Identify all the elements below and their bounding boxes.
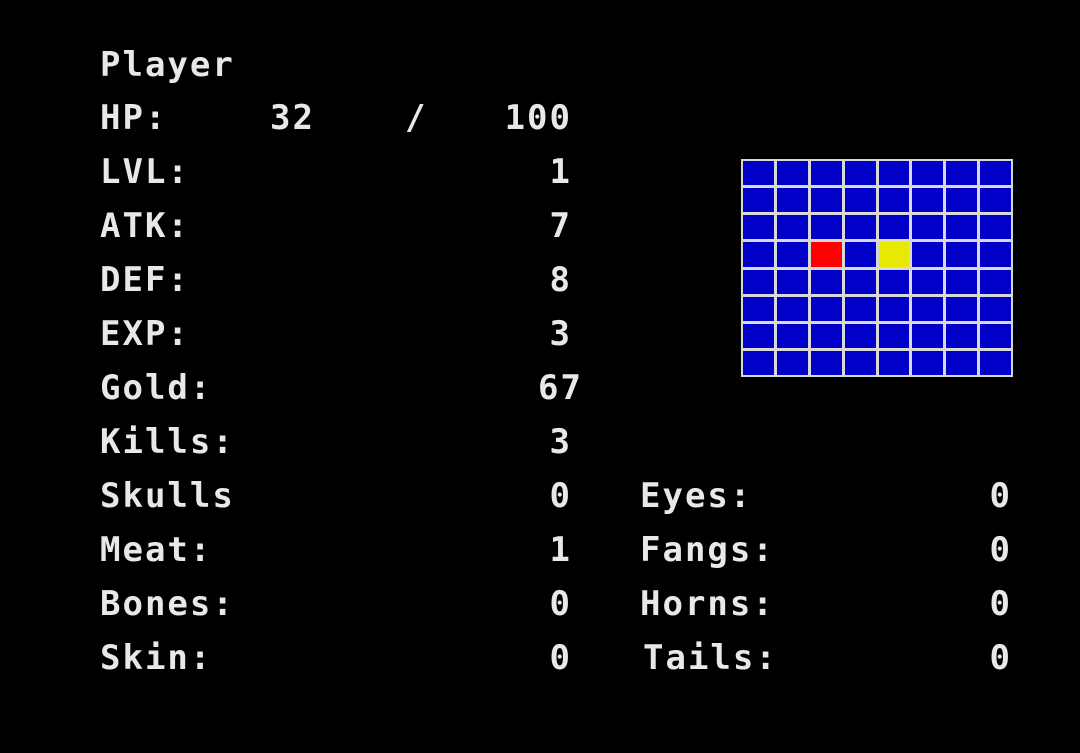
hp-label: HP: <box>100 98 168 138</box>
minimap-cell <box>912 350 944 375</box>
eyes-value: 0 <box>989 476 1012 516</box>
minimap-cell <box>980 323 1011 348</box>
minimap-cell <box>878 161 910 186</box>
minimap-cell <box>743 269 774 294</box>
exp-value: 3 <box>549 314 572 354</box>
minimap-cell <box>980 188 1011 213</box>
minimap-cell <box>878 296 910 321</box>
minimap-cell <box>912 215 944 240</box>
minimap-cell <box>878 188 910 213</box>
bones-label: Bones: <box>100 584 235 624</box>
kills-value: 3 <box>549 422 572 462</box>
minimap-cell <box>776 269 808 294</box>
minimap-cell <box>776 242 808 267</box>
gold-value: 67 <box>538 368 583 408</box>
minimap-cell <box>844 242 876 267</box>
minimap-cell <box>743 350 774 375</box>
hp-max-value: 100 <box>504 98 572 138</box>
minimap-cell <box>810 215 842 240</box>
minimap-cell <box>776 350 808 375</box>
skulls-value: 0 <box>549 476 572 516</box>
def-label: DEF: <box>100 260 190 300</box>
minimap-cell <box>844 350 876 375</box>
minimap-cell <box>980 242 1011 267</box>
minimap-cell <box>743 296 774 321</box>
skin-value: 0 <box>549 638 572 678</box>
minimap-cell <box>743 242 774 267</box>
kills-label: Kills: <box>100 422 235 462</box>
fangs-label: Fangs: <box>640 530 775 570</box>
minimap-cell <box>946 350 978 375</box>
minimap-cell <box>844 188 876 213</box>
minimap-cell <box>946 215 978 240</box>
skin-label: Skin: <box>100 638 213 678</box>
minimap-cell <box>810 161 842 186</box>
meat-value: 1 <box>549 530 572 570</box>
minimap-cell <box>912 269 944 294</box>
minimap-cell <box>980 296 1011 321</box>
minimap-cell <box>980 269 1011 294</box>
exp-label: EXP: <box>100 314 190 354</box>
minimap-cell <box>844 296 876 321</box>
minimap-cell <box>844 323 876 348</box>
minimap-cell <box>912 188 944 213</box>
minimap-cell <box>810 296 842 321</box>
minimap-cell <box>743 215 774 240</box>
minimap-cell <box>878 323 910 348</box>
horns-label: Horns: <box>640 584 775 624</box>
skulls-label: Skulls <box>100 476 235 516</box>
minimap-cell <box>743 188 774 213</box>
minimap-cell <box>810 323 842 348</box>
minimap-target-marker <box>878 242 910 267</box>
hp-current-value: 32 <box>270 98 315 138</box>
minimap-cell <box>878 269 910 294</box>
minimap-cell <box>743 323 774 348</box>
minimap-cell <box>980 350 1011 375</box>
minimap <box>741 159 1013 377</box>
minimap-cell <box>946 323 978 348</box>
minimap-cell <box>946 188 978 213</box>
minimap-cell <box>946 242 978 267</box>
eyes-label: Eyes: <box>640 476 753 516</box>
tails-label: Tails: <box>643 638 778 678</box>
minimap-cell <box>776 296 808 321</box>
minimap-cell <box>810 350 842 375</box>
minimap-cell <box>776 161 808 186</box>
lvl-label: LVL: <box>100 152 190 192</box>
minimap-cell <box>844 161 876 186</box>
minimap-cell <box>912 161 944 186</box>
atk-label: ATK: <box>100 206 190 246</box>
minimap-cell <box>844 269 876 294</box>
hp-separator: / <box>405 98 428 138</box>
minimap-cell <box>912 323 944 348</box>
minimap-cell <box>946 269 978 294</box>
minimap-cell <box>980 161 1011 186</box>
minimap-cell <box>946 296 978 321</box>
minimap-cell <box>776 215 808 240</box>
fangs-value: 0 <box>989 530 1012 570</box>
bones-value: 0 <box>549 584 572 624</box>
atk-value: 7 <box>549 206 572 246</box>
minimap-cell <box>743 161 774 186</box>
def-value: 8 <box>549 260 572 300</box>
gold-label: Gold: <box>100 368 213 408</box>
minimap-cell <box>776 323 808 348</box>
minimap-cell <box>810 188 842 213</box>
meat-label: Meat: <box>100 530 213 570</box>
minimap-cell <box>946 161 978 186</box>
player-title: Player <box>100 45 235 85</box>
minimap-player-marker <box>810 242 842 267</box>
minimap-cell <box>878 350 910 375</box>
minimap-cell <box>844 215 876 240</box>
horns-value: 0 <box>989 584 1012 624</box>
minimap-cell <box>810 269 842 294</box>
minimap-cell <box>980 215 1011 240</box>
minimap-cell <box>912 296 944 321</box>
minimap-cell <box>912 242 944 267</box>
tails-value: 0 <box>989 638 1012 678</box>
minimap-cell <box>878 215 910 240</box>
lvl-value: 1 <box>549 152 572 192</box>
minimap-cell <box>776 188 808 213</box>
